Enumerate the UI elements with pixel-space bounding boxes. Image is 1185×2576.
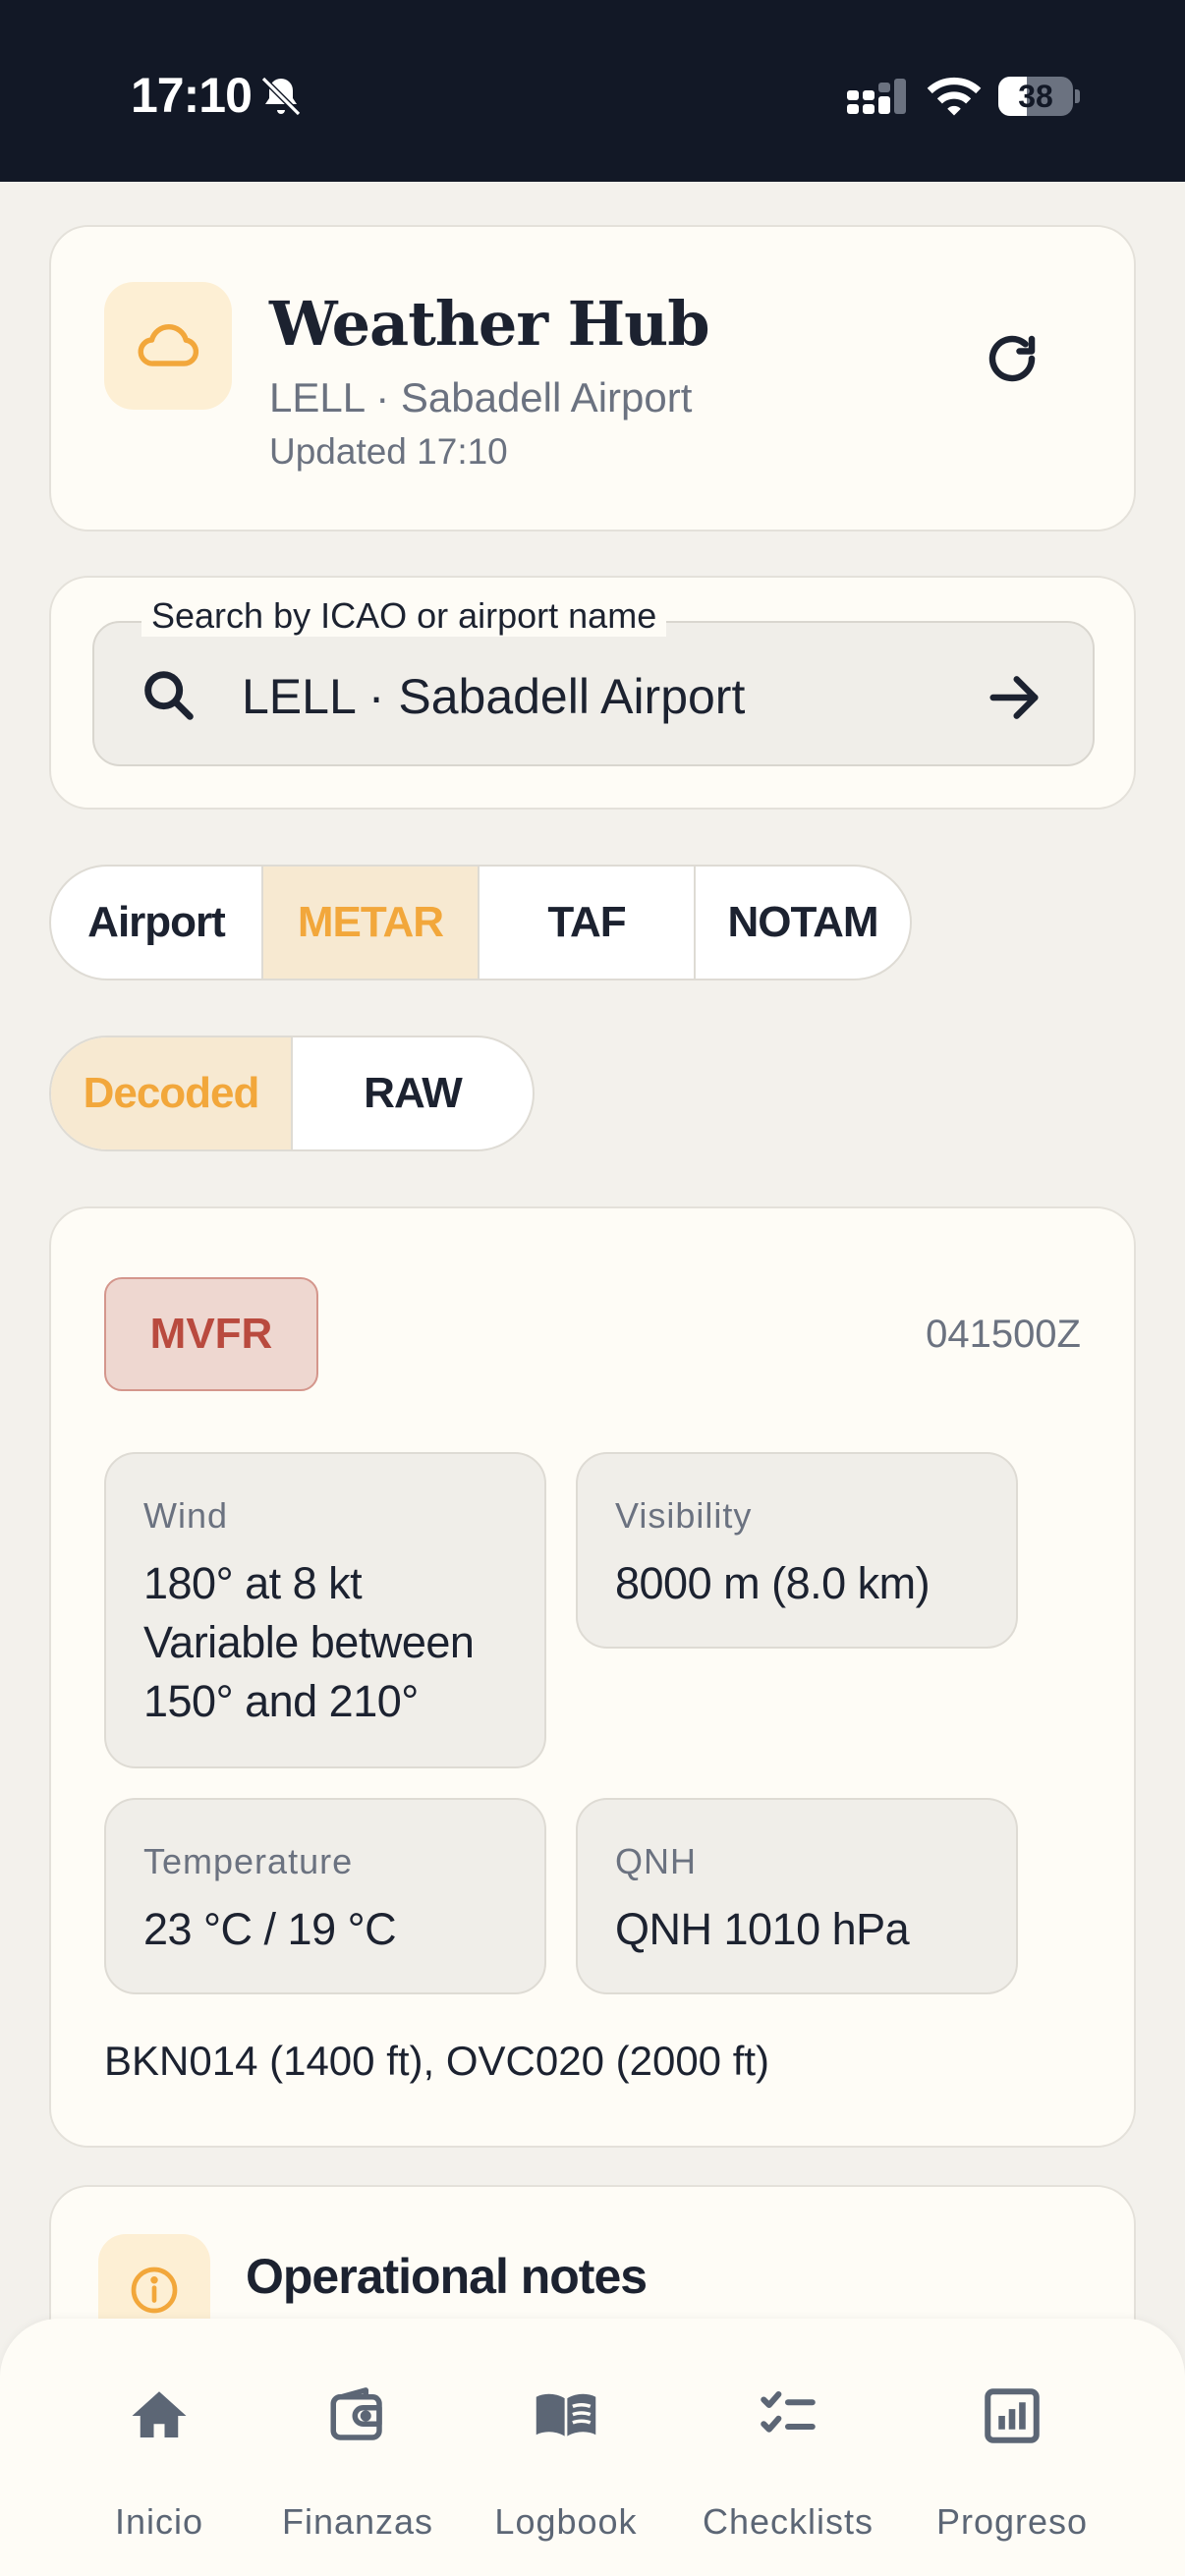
wallet-icon <box>330 2387 382 2440</box>
status-time: 17:10 <box>131 68 253 123</box>
cloud-icon <box>104 282 232 410</box>
header-card: Weather Hub LELL · Sabadell Airport Upda… <box>49 225 1136 532</box>
wind-line: 150° and 210° <box>143 1676 419 1726</box>
search-icon <box>144 671 194 720</box>
temperature-value: 23 °C / 19 °C <box>143 1904 397 1954</box>
search-value: LELL · Sabadell Airport <box>242 669 746 724</box>
bell-muted-icon <box>260 76 302 117</box>
nav-label: Logbook <box>494 2501 638 2542</box>
nav-label: Finanzas <box>281 2501 434 2542</box>
status-bar: 17:10 38 <box>0 0 1185 182</box>
nav-label: Progreso <box>935 2501 1089 2542</box>
cloud-layers: BKN014 (1400 ft), OVC020 (2000 ft) <box>104 2038 770 2084</box>
wind-line: Variable between <box>143 1617 475 1667</box>
nav-label: Checklists <box>702 2501 875 2542</box>
arrow-right-icon[interactable] <box>983 666 1045 729</box>
checklist-icon <box>761 2390 816 2433</box>
wind-tile: Wind 180° at 8 kt Variable between 150° … <box>104 1452 546 1768</box>
tab-taf[interactable]: TAF <box>480 867 696 979</box>
flight-category-badge: MVFR <box>104 1277 318 1391</box>
qnh-label: QNH <box>615 1841 697 1881</box>
nav-item-inicio[interactable]: Inicio <box>51 2319 267 2576</box>
updated-time: Updated 17:10 <box>269 431 508 472</box>
wind-value: 180° at 8 kt Variable between 150° and 2… <box>143 1554 475 1731</box>
mode-decoded[interactable]: Decoded <box>51 1037 293 1149</box>
search-label: Search by ICAO or airport name <box>141 595 667 637</box>
display-mode-toggle: Decoded RAW <box>49 1036 535 1151</box>
visibility-tile: Visibility 8000 m (8.0 km) <box>576 1452 1018 1649</box>
qnh-value: QNH 1010 hPa <box>615 1904 910 1954</box>
chart-icon <box>985 2388 1040 2443</box>
observation-time: 041500Z <box>926 1313 1081 1356</box>
refresh-button[interactable] <box>973 319 1051 398</box>
battery-level: 38 <box>1018 79 1053 114</box>
bottom-nav: Inicio Finanzas Logbook Checklists Progr… <box>0 2319 1185 2576</box>
nav-item-logbook[interactable]: Logbook <box>458 2319 674 2576</box>
wind-label: Wind <box>143 1495 229 1536</box>
airport-subtitle: LELL · Sabadell Airport <box>269 374 693 420</box>
tab-airport[interactable]: Airport <box>51 867 263 979</box>
tab-metar[interactable]: METAR <box>263 867 480 979</box>
home-icon <box>132 2391 187 2437</box>
mode-raw[interactable]: RAW <box>293 1037 533 1149</box>
wifi-icon <box>927 77 982 116</box>
nav-item-finanzas[interactable]: Finanzas <box>250 2319 466 2576</box>
source-tabs: Airport METAR TAF NOTAM <box>49 865 912 980</box>
nav-item-checklists[interactable]: Checklists <box>680 2319 896 2576</box>
search-card: Search by ICAO or airport name LELL · Sa… <box>49 576 1136 810</box>
temperature-tile: Temperature 23 °C / 19 °C <box>104 1798 546 1994</box>
metar-card: MVFR 041500Z Wind 180° at 8 kt Variable … <box>49 1206 1136 2148</box>
qnh-tile: QNH QNH 1010 hPa <box>576 1798 1018 1994</box>
visibility-label: Visibility <box>615 1495 753 1536</box>
visibility-value: 8000 m (8.0 km) <box>615 1558 931 1608</box>
book-icon <box>536 2393 596 2436</box>
operational-notes-title: Operational notes <box>246 2249 648 2304</box>
signal-icon <box>847 79 906 114</box>
search-input[interactable]: Search by ICAO or airport name LELL · Sa… <box>92 595 1095 766</box>
tab-notam[interactable]: NOTAM <box>696 867 910 979</box>
refresh-icon <box>988 335 1036 382</box>
nav-label: Inicio <box>114 2501 204 2542</box>
wind-line: 180° at 8 kt <box>143 1558 363 1608</box>
nav-item-progreso[interactable]: Progreso <box>904 2319 1120 2576</box>
battery-indicator: 38 <box>998 77 1080 116</box>
temperature-label: Temperature <box>143 1841 354 1881</box>
page-title: Weather Hub <box>269 288 710 360</box>
